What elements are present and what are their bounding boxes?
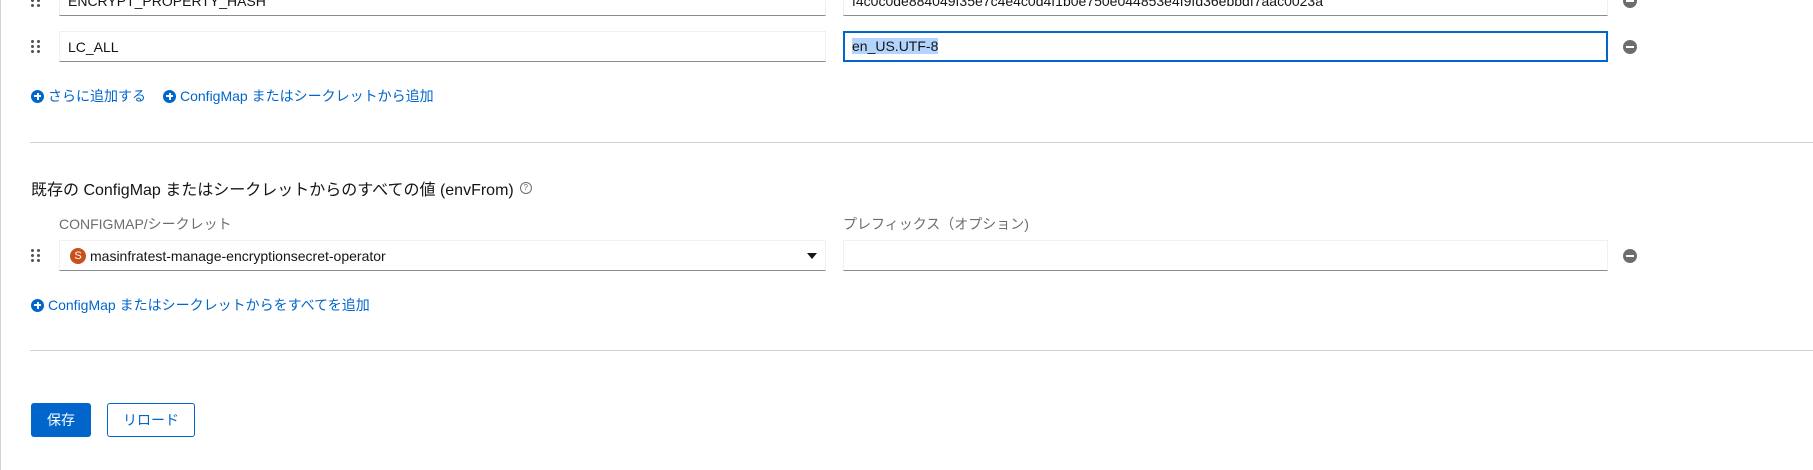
plus-circle-icon xyxy=(31,298,44,312)
prefix-column-label: プレフィックス（オプション) xyxy=(843,216,1029,232)
configmap-column-label: CONFIGMAP/シークレット xyxy=(59,216,232,232)
save-button[interactable]: 保存 xyxy=(31,403,91,437)
add-all-label: ConfigMap またはシークレットからをすべてを追加 xyxy=(48,297,370,313)
env-name-input[interactable]: LC_ALL xyxy=(59,31,826,62)
secret-badge-icon: S xyxy=(70,247,86,264)
minus-circle-icon[interactable] xyxy=(1623,0,1637,8)
env-row: ENCRYPT_PROPERTY_HASH f4c0c0de884049f35e… xyxy=(0,0,1813,17)
drag-handle-icon[interactable] xyxy=(30,248,44,264)
add-more-label: さらに追加する xyxy=(48,88,146,104)
selected-text: en_US.UTF-8 xyxy=(852,38,939,54)
minus-circle-icon[interactable] xyxy=(1623,40,1637,54)
plus-circle-icon xyxy=(163,89,176,103)
question-circle-icon[interactable]: ? xyxy=(519,182,532,194)
section-title: 既存の ConfigMap またはシークレットからのすべての値 (envFrom… xyxy=(31,176,532,200)
envfrom-title: 既存の ConfigMap またはシークレットからのすべての値 (envFrom… xyxy=(31,182,514,199)
add-from-configmap-label: ConfigMap またはシークレットから追加 xyxy=(180,88,434,104)
add-from-configmap-link[interactable]: ConfigMap またはシークレットから追加 xyxy=(163,86,434,106)
selected-resource-name: masinfratest-manage-encryptionsecret-ope… xyxy=(90,247,386,264)
reload-button[interactable]: リロード xyxy=(107,403,195,437)
prefix-input[interactable] xyxy=(843,240,1608,271)
add-all-from-configmap-link[interactable]: ConfigMap またはシークレットからをすべてを追加 xyxy=(31,295,370,315)
drag-handle-icon[interactable] xyxy=(30,39,44,55)
plus-circle-icon xyxy=(31,89,44,103)
section-divider xyxy=(30,142,1813,143)
add-more-link[interactable]: さらに追加する xyxy=(31,86,146,106)
minus-circle-icon[interactable] xyxy=(1623,249,1637,263)
configmap-secret-select[interactable]: S masinfratest-manage-encryptionsecret-o… xyxy=(59,240,826,271)
left-border xyxy=(0,0,1,470)
caret-down-icon[interactable] xyxy=(807,252,817,259)
env-value-input[interactable]: f4c0c0de884049f35e7c4e4c0d4f1b0e750e0448… xyxy=(843,0,1608,16)
env-value-input[interactable]: en_US.UTF-8 xyxy=(843,31,1608,62)
drag-handle-icon[interactable] xyxy=(30,0,44,9)
env-row: LC_ALL en_US.UTF-8 xyxy=(0,31,1813,63)
section-divider xyxy=(30,350,1813,351)
env-name-input[interactable]: ENCRYPT_PROPERTY_HASH xyxy=(59,0,826,16)
